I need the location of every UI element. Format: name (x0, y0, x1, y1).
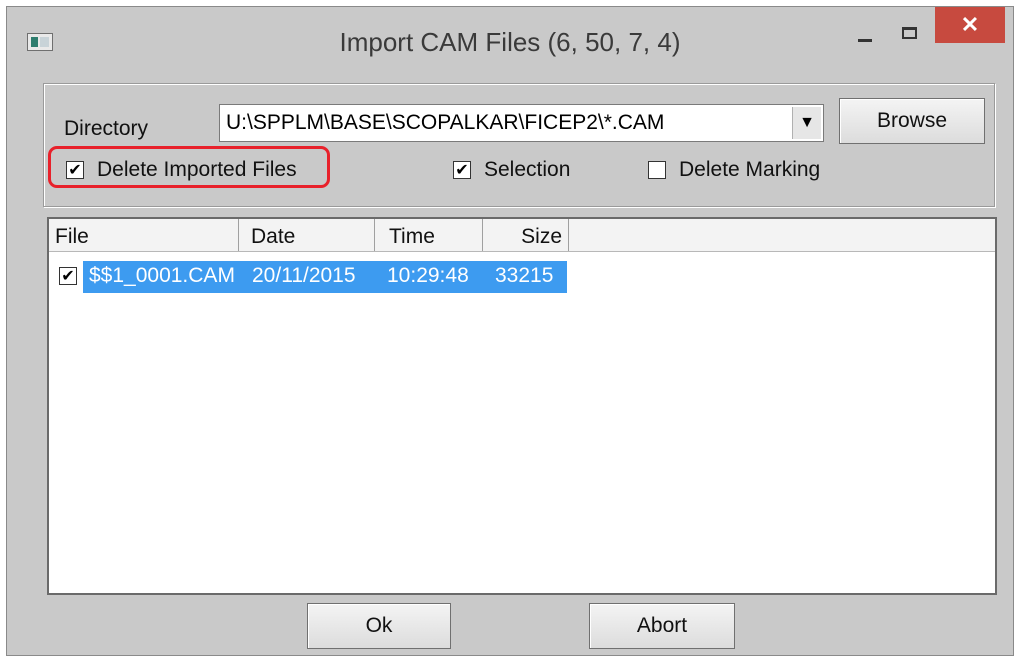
date-cell: 20/11/2015 (252, 264, 356, 287)
list-header: File Date Time Size (49, 219, 995, 252)
import-cam-files-dialog: Import CAM Files (6, 50, 7, 4) ✕ Directo… (6, 6, 1014, 656)
minimize-button[interactable] (843, 13, 887, 53)
maximize-icon (901, 27, 917, 39)
close-icon: ✕ (960, 12, 980, 37)
delete-marking-option[interactable]: Delete Marking (648, 158, 820, 182)
close-button[interactable]: ✕ (935, 7, 1005, 43)
column-header-time[interactable]: Time (375, 219, 483, 251)
delete-imported-files-checkbox[interactable]: ✔ (66, 161, 84, 179)
browse-button[interactable]: Browse (839, 98, 985, 144)
directory-combobox[interactable]: U:\SPPLM\BASE\SCOPALKAR\FICEP2\*.CAM ▼ (219, 104, 824, 142)
column-header-file[interactable]: File (49, 219, 239, 251)
selection-option[interactable]: ✔ Selection (453, 158, 570, 182)
abort-button[interactable]: Abort (589, 603, 735, 649)
delete-imported-files-option[interactable]: ✔ Delete Imported Files (66, 158, 297, 182)
column-header-size[interactable]: Size (483, 219, 569, 251)
delete-marking-label: Delete Marking (679, 158, 821, 181)
minimize-icon (858, 38, 872, 42)
options-group: Directory U:\SPPLM\BASE\SCOPALKAR\FICEP2… (43, 83, 995, 207)
selection-label: Selection (484, 158, 571, 181)
size-cell: 33215 (495, 264, 554, 287)
time-cell: 10:29:48 (387, 264, 469, 287)
column-header-date[interactable]: Date (239, 219, 375, 251)
maximize-button[interactable] (887, 13, 931, 53)
selection-checkbox[interactable]: ✔ (453, 161, 471, 179)
title-bar[interactable]: Import CAM Files (6, 50, 7, 4) ✕ (7, 7, 1013, 77)
ok-button[interactable]: Ok (307, 603, 451, 649)
table-row[interactable]: ✔ $$1_0001.CAM 20/11/2015 10:29:48 33215 (49, 259, 995, 293)
file-list[interactable]: File Date Time Size ✔ $$1_0001.CAM 20/11… (47, 217, 997, 595)
delete-marking-checkbox[interactable] (648, 161, 666, 179)
file-cell: $$1_0001.CAM (89, 264, 235, 287)
directory-value[interactable]: U:\SPPLM\BASE\SCOPALKAR\FICEP2\*.CAM (226, 111, 664, 135)
dropdown-arrow-icon[interactable]: ▼ (792, 107, 821, 139)
row-checkbox[interactable]: ✔ (59, 267, 77, 285)
delete-imported-files-label: Delete Imported Files (97, 158, 297, 181)
directory-label: Directory (64, 117, 149, 140)
